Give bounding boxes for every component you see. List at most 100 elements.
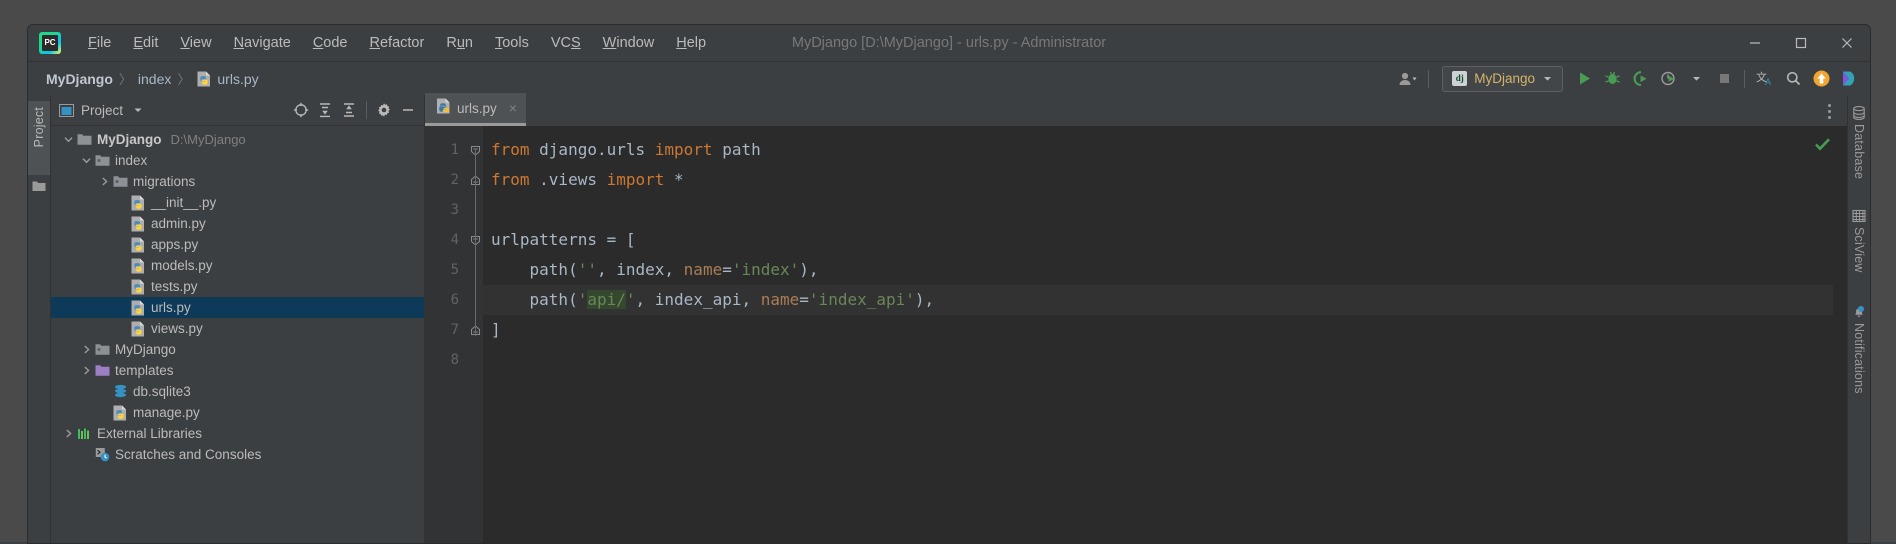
tree-expand-arrow[interactable] xyxy=(115,216,130,231)
stop-button[interactable] xyxy=(1711,66,1737,92)
menu-item-view[interactable]: View xyxy=(169,31,222,55)
menu-item-file[interactable]: File xyxy=(77,31,122,55)
database-file-icon xyxy=(112,384,128,400)
tree-node-scratches-and-consoles[interactable]: Scratches and Consoles xyxy=(51,444,424,465)
tree-node-__init__-py[interactable]: __init__.py xyxy=(51,192,424,213)
chevron-right-icon[interactable] xyxy=(63,428,74,439)
tree-expand-arrow[interactable] xyxy=(79,342,94,357)
user-settings-icon[interactable] xyxy=(1395,66,1421,92)
tree-node-admin-py[interactable]: admin.py xyxy=(51,213,424,234)
minimize-button[interactable] xyxy=(1732,26,1778,60)
profile-button[interactable] xyxy=(1655,66,1681,92)
tree-node-apps-py[interactable]: apps.py xyxy=(51,234,424,255)
menu-item-vcs[interactable]: VCS xyxy=(540,31,592,55)
run-configuration-selector[interactable]: dj MyDjango xyxy=(1442,66,1563,92)
close-icon[interactable]: × xyxy=(509,101,517,115)
tree-expand-arrow[interactable] xyxy=(61,132,76,147)
tree-expand-arrow[interactable] xyxy=(115,321,130,336)
tree-expand-arrow[interactable] xyxy=(115,279,130,294)
chevron-down-icon[interactable] xyxy=(81,155,92,166)
code-line[interactable]: from .views import * xyxy=(483,165,1833,195)
breadcrumb-item-urls-py[interactable]: urls.py xyxy=(192,69,262,89)
chevron-right-icon[interactable] xyxy=(99,176,110,187)
menu-item-code[interactable]: Code xyxy=(302,31,359,55)
tool-tab-notifications[interactable]: Notifications xyxy=(1848,300,1870,394)
ide-feature-icon[interactable] xyxy=(1836,66,1862,92)
profile-dropdown-icon[interactable] xyxy=(1683,66,1709,92)
tree-expand-arrow[interactable] xyxy=(115,300,130,315)
menu-item-window[interactable]: Window xyxy=(592,31,666,55)
tree-expand-arrow[interactable] xyxy=(61,426,76,441)
expand-all-icon[interactable] xyxy=(313,99,337,121)
project-panel-title: Project xyxy=(81,103,123,118)
code-editor[interactable]: 12345678 from django.urls import pathfro… xyxy=(425,126,1847,544)
tree-node-manage-py[interactable]: manage.py xyxy=(51,402,424,423)
tree-expand-arrow[interactable] xyxy=(115,237,130,252)
breadcrumb-item-mydjango[interactable]: MyDjango xyxy=(42,69,117,89)
editor-tab-urls-py[interactable]: urls.py × xyxy=(425,93,526,126)
menu-item-run[interactable]: Run xyxy=(435,31,484,55)
code-content[interactable]: from django.urls import pathfrom .views … xyxy=(483,126,1833,544)
more-options-icon[interactable] xyxy=(1819,100,1839,122)
menu-item-edit[interactable]: Edit xyxy=(122,31,169,55)
code-token: ), xyxy=(915,290,934,309)
code-line[interactable]: path('api/', index_api, name='index_api'… xyxy=(483,285,1833,315)
code-line[interactable]: from django.urls import path xyxy=(483,135,1833,165)
tree-node-mydjango[interactable]: MyDjangoD:\MyDjango xyxy=(51,129,424,150)
tree-expand-arrow[interactable] xyxy=(79,363,94,378)
tree-expand-arrow[interactable] xyxy=(97,405,112,420)
window-controls xyxy=(1732,25,1870,61)
tree-node-views-py[interactable]: views.py xyxy=(51,318,424,339)
code-line[interactable] xyxy=(483,195,1833,225)
project-tree[interactable]: MyDjangoD:\MyDjangoindexmigrations__init… xyxy=(51,126,424,544)
close-button[interactable] xyxy=(1824,26,1870,60)
tree-node-index[interactable]: index xyxy=(51,150,424,171)
search-everywhere-icon[interactable] xyxy=(1780,66,1806,92)
tool-tab-database[interactable]: Database xyxy=(1848,101,1870,179)
tree-expand-arrow[interactable] xyxy=(115,195,130,210)
folder-icon[interactable] xyxy=(32,179,46,197)
tree-node-migrations[interactable]: migrations xyxy=(51,171,424,192)
menu-item-navigate[interactable]: Navigate xyxy=(223,31,302,55)
tree-expand-arrow[interactable] xyxy=(79,447,94,462)
collapse-all-icon[interactable] xyxy=(337,99,361,121)
breadcrumb-item-index[interactable]: index xyxy=(134,69,175,89)
chevron-down-icon[interactable] xyxy=(63,134,74,145)
tree-expand-arrow[interactable] xyxy=(97,384,112,399)
tree-expand-arrow[interactable] xyxy=(97,174,112,189)
update-icon[interactable] xyxy=(1808,66,1834,92)
tree-node-models-py[interactable]: models.py xyxy=(51,255,424,276)
chevron-down-icon[interactable] xyxy=(132,104,144,116)
code-line[interactable]: ] xyxy=(483,315,1833,345)
tree-node-db-sqlite3[interactable]: db.sqlite3 xyxy=(51,381,424,402)
tool-tab-sciview[interactable]: SciView xyxy=(1848,204,1870,273)
code-line[interactable]: urlpatterns = [ xyxy=(483,225,1833,255)
tool-tab-project[interactable]: Project xyxy=(28,101,50,175)
fold-gutter[interactable] xyxy=(467,126,483,544)
tree-node-templates[interactable]: templates xyxy=(51,360,424,381)
chevron-right-icon[interactable] xyxy=(81,365,92,376)
hide-icon[interactable] xyxy=(396,99,420,121)
tree-expand-arrow[interactable] xyxy=(115,258,130,273)
menu-item-tools[interactable]: Tools xyxy=(484,31,540,55)
translate-icon[interactable]: 文 A xyxy=(1752,66,1778,92)
tree-node-tests-py[interactable]: tests.py xyxy=(51,276,424,297)
tree-node-label: tests.py xyxy=(151,279,198,294)
tree-expand-arrow[interactable] xyxy=(79,153,94,168)
tree-node-mydjango[interactable]: MyDjango xyxy=(51,339,424,360)
locate-icon[interactable] xyxy=(289,99,313,121)
line-number: 7 xyxy=(425,315,467,345)
code-token: , index, xyxy=(597,260,684,279)
tree-node-external-libraries[interactable]: External Libraries xyxy=(51,423,424,444)
tree-node-urls-py[interactable]: urls.py xyxy=(51,297,424,318)
code-line[interactable]: path('', index, name='index'), xyxy=(483,255,1833,285)
gear-icon[interactable] xyxy=(372,99,396,121)
run-with-coverage-button[interactable] xyxy=(1627,66,1653,92)
debug-button[interactable] xyxy=(1599,66,1625,92)
maximize-button[interactable] xyxy=(1778,26,1824,60)
menu-item-help[interactable]: Help xyxy=(665,31,717,55)
run-button[interactable] xyxy=(1571,66,1597,92)
menu-item-refactor[interactable]: Refactor xyxy=(359,31,436,55)
code-line[interactable] xyxy=(483,345,1833,375)
chevron-right-icon[interactable] xyxy=(81,344,92,355)
